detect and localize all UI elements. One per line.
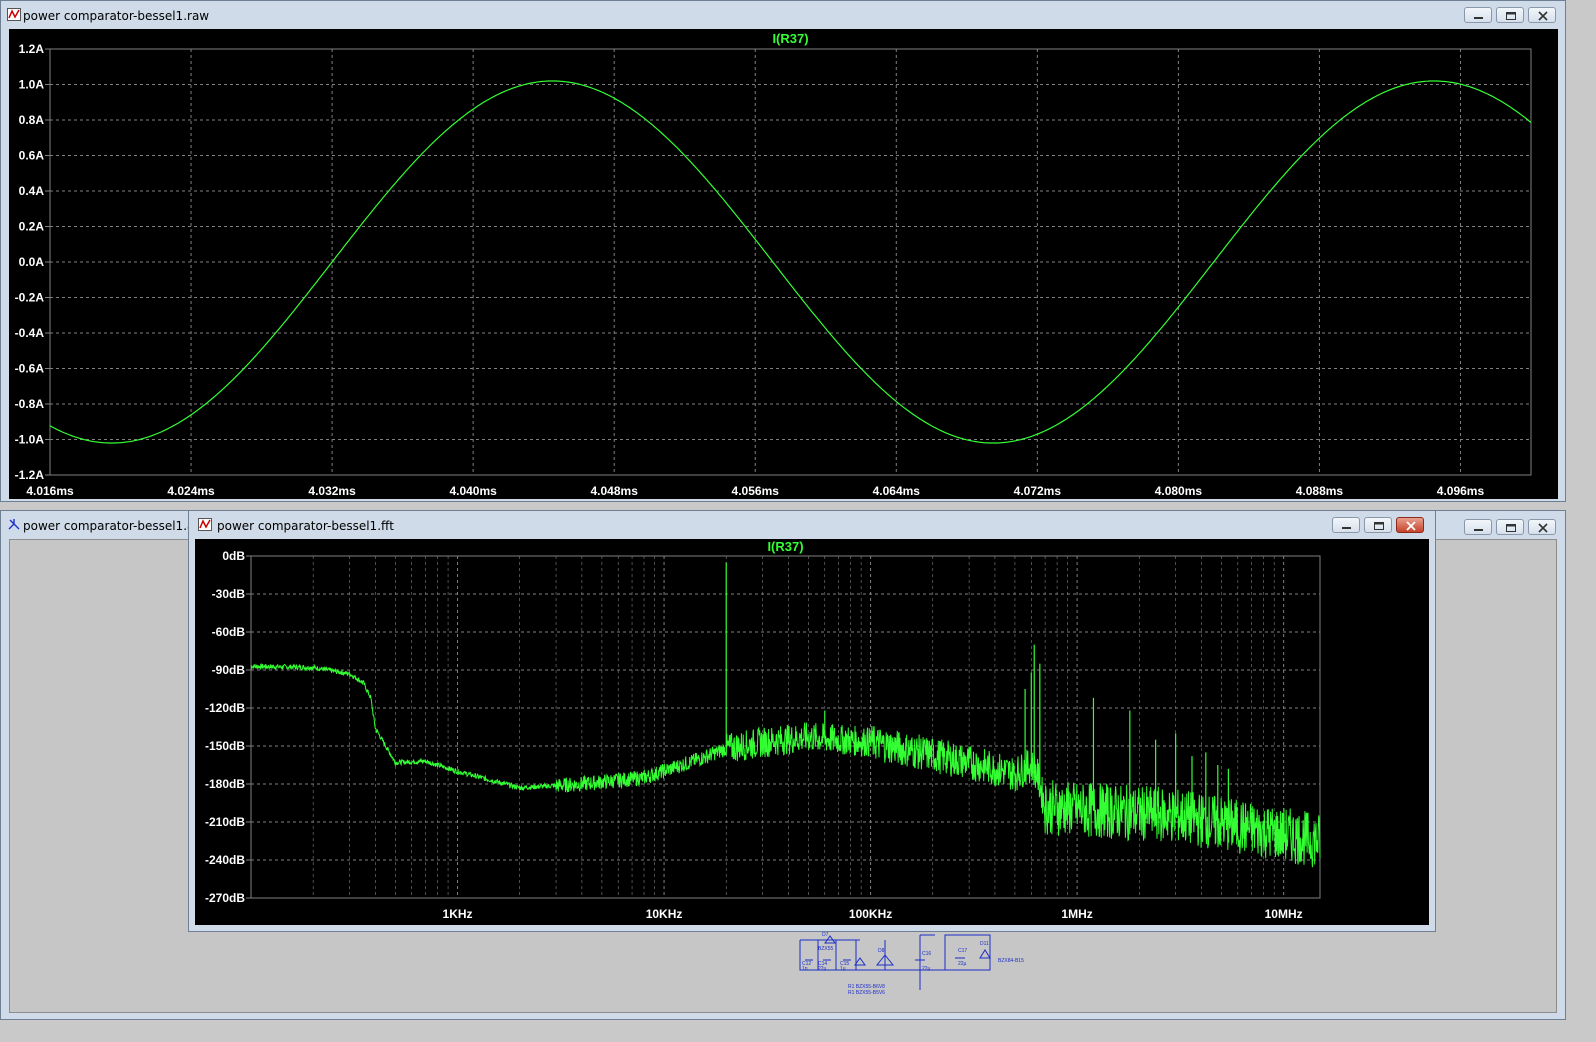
x-tick-label: 4.016ms <box>26 484 74 498</box>
x-tick-label: 1KHz <box>443 907 473 921</box>
schematic-label-c14-val: 22µ <box>818 966 827 972</box>
minimize-icon <box>1342 527 1351 529</box>
raw-window: power comparator-bessel1.raw I(R37) 4.016… <box>0 0 1566 502</box>
x-tick-label: 10KHz <box>646 907 683 921</box>
schematic-label-d11: D11 <box>980 941 989 947</box>
close-icon <box>1538 523 1548 533</box>
y-tick-label: 0.0A <box>19 255 45 269</box>
fft-close-button[interactable] <box>1396 517 1424 533</box>
chart-title: I(R37) <box>767 539 803 554</box>
x-tick-label: 4.080ms <box>1155 484 1203 498</box>
fft-window-titlebar[interactable]: power comparator-bessel1.fft <box>189 511 1435 539</box>
maximize-icon <box>1506 524 1516 532</box>
y-tick-label: -0.2A <box>15 291 45 305</box>
y-tick-label: -60dB <box>212 625 246 639</box>
schematic-label-c15-val: 1µ <box>840 966 846 972</box>
waveform-app-icon <box>198 518 212 531</box>
x-tick-label: 100KHz <box>849 907 892 921</box>
raw-maximize-button[interactable] <box>1496 7 1524 23</box>
y-tick-label: -30dB <box>212 587 246 601</box>
schematic-label-c17: C17 <box>958 948 967 954</box>
asc-window-title: power comparator-bessel1.asc <box>23 519 208 533</box>
x-tick-label: 4.032ms <box>308 484 356 498</box>
fft-maximize-button[interactable] <box>1364 517 1392 533</box>
y-tick-label: 0.4A <box>19 184 45 198</box>
x-tick-label: 4.088ms <box>1296 484 1344 498</box>
x-tick-label: 4.056ms <box>732 484 780 498</box>
y-tick-label: -0.6A <box>15 362 45 376</box>
fft-chart[interactable]: I(R37) 1KHz 10KHz 100KHz 1MHz 10MHz 0dB -30dB -6… <box>195 539 1429 925</box>
close-icon <box>1406 521 1416 531</box>
y-tick-label: -1.2A <box>15 468 45 482</box>
raw-close-button[interactable] <box>1528 7 1556 23</box>
x-tick-label: 1MHz <box>1061 907 1092 921</box>
raw-plot-area[interactable]: I(R37) 4.016ms 4.024ms 4.032ms 4.040ms 4.048m… <box>9 29 1558 499</box>
raw-window-title: power comparator-bessel1.raw <box>23 9 210 23</box>
chart-title: I(R37) <box>772 31 808 46</box>
y-tick-label: -120dB <box>205 701 245 715</box>
y-tick-label: -0.4A <box>15 326 45 340</box>
fft-plot-area[interactable]: I(R37) 1KHz 10KHz 100KHz 1MHz 10MHz 0dB -30dB -6… <box>195 539 1429 925</box>
x-tick-label: 4.024ms <box>167 484 215 498</box>
schematic-label-c16-val: 22µ <box>922 966 931 972</box>
y-tick-label: 0dB <box>222 549 245 563</box>
y-tick-label: -270dB <box>205 891 245 905</box>
asc-minimize-button[interactable] <box>1464 519 1492 535</box>
y-tick-label: -90dB <box>212 663 246 677</box>
asc-close-button[interactable] <box>1528 519 1556 535</box>
waveform-app-icon <box>7 8 21 21</box>
fft-window-title: power comparator-bessel1.fft <box>217 519 394 533</box>
schematic-label-d8: D8 <box>878 948 885 954</box>
asc-maximize-button[interactable] <box>1496 519 1524 535</box>
fft-window: power comparator-bessel1.fft I(R37) 1KHz 1… <box>188 510 1436 932</box>
maximize-icon <box>1374 522 1384 530</box>
y-tick-label: -180dB <box>205 777 245 791</box>
x-tick-label: 4.072ms <box>1014 484 1062 498</box>
y-tick-label: 0.2A <box>19 220 45 234</box>
y-tick-label: -0.8A <box>15 397 45 411</box>
schematic-label-c17-val: 22µ <box>958 961 967 967</box>
y-tick-label: 1.0A <box>19 78 45 92</box>
x-tick-label: 10MHz <box>1265 907 1303 921</box>
y-tick-label: 1.2A <box>19 42 45 56</box>
plot-frame <box>250 555 1321 899</box>
schematic-label-r1-b: R1 BZX55-B5V6 <box>848 990 885 996</box>
maximize-icon <box>1506 12 1516 20</box>
close-icon <box>1538 11 1548 21</box>
transient-chart[interactable]: I(R37) 4.016ms 4.024ms 4.032ms 4.040ms 4.048m… <box>9 29 1558 499</box>
series-line-i-r37 <box>250 663 1321 868</box>
schematic-label-c16: C16 <box>922 951 931 957</box>
y-tick-label: 0.6A <box>19 149 45 163</box>
x-tick-label: 4.096ms <box>1437 484 1485 498</box>
raw-window-titlebar[interactable]: power comparator-bessel1.raw <box>1 1 1565 29</box>
schematic-label-d7: D7 <box>822 932 829 938</box>
x-tick-label: 4.064ms <box>873 484 921 498</box>
x-tick-label: 4.040ms <box>449 484 497 498</box>
schematic-label-bzx84: BZX84-B15 <box>998 958 1024 964</box>
raw-minimize-button[interactable] <box>1464 7 1492 23</box>
schematic-label-c12-val: 1n <box>802 966 808 972</box>
y-tick-label: -210dB <box>205 815 245 829</box>
y-tick-label: -1.0A <box>15 433 45 447</box>
y-tick-label: 0.8A <box>19 113 45 127</box>
y-tick-label: -150dB <box>205 739 245 753</box>
fft-minimize-button[interactable] <box>1332 517 1360 533</box>
x-tick-label: 4.048ms <box>591 484 639 498</box>
minimize-icon <box>1474 529 1483 531</box>
schematic-label-bzx55: BZX55 <box>818 946 834 952</box>
minimize-icon <box>1474 17 1483 19</box>
schematic-app-icon <box>8 519 20 530</box>
y-tick-label: -240dB <box>205 853 245 867</box>
